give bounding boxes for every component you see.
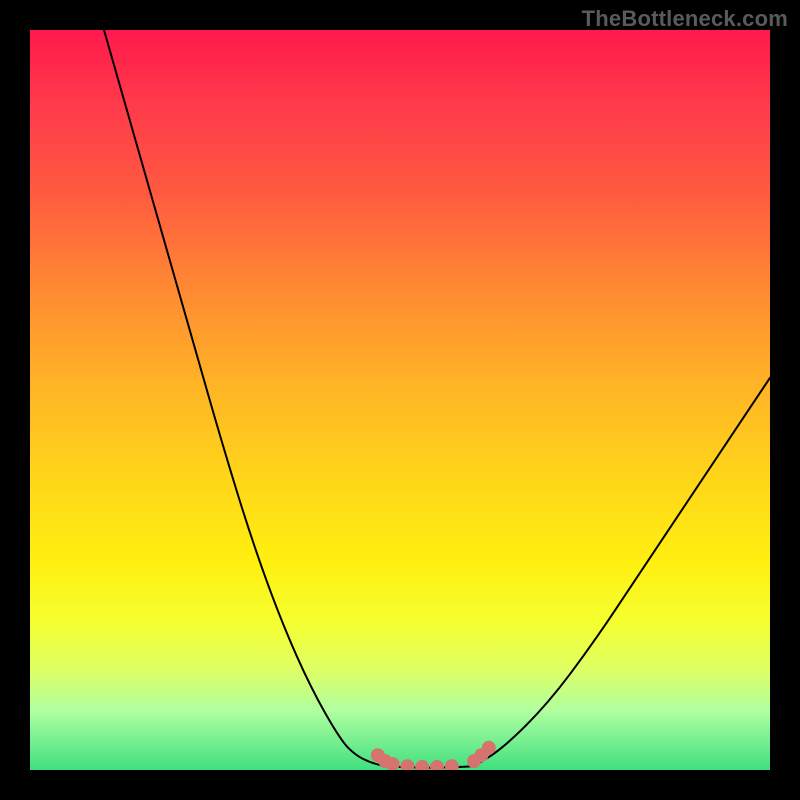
marker-dot xyxy=(430,760,444,770)
curve-layer xyxy=(30,30,770,770)
plot-area xyxy=(30,30,770,770)
chart-frame: TheBottleneck.com xyxy=(0,0,800,800)
right-branch-line xyxy=(474,378,770,767)
watermark-label: TheBottleneck.com xyxy=(582,6,788,32)
marker-dot xyxy=(415,760,429,770)
marker-dot xyxy=(482,741,496,755)
marker-dot xyxy=(445,759,459,770)
marker-group xyxy=(371,741,496,770)
left-branch-line xyxy=(104,30,385,766)
marker-dot xyxy=(400,759,414,770)
